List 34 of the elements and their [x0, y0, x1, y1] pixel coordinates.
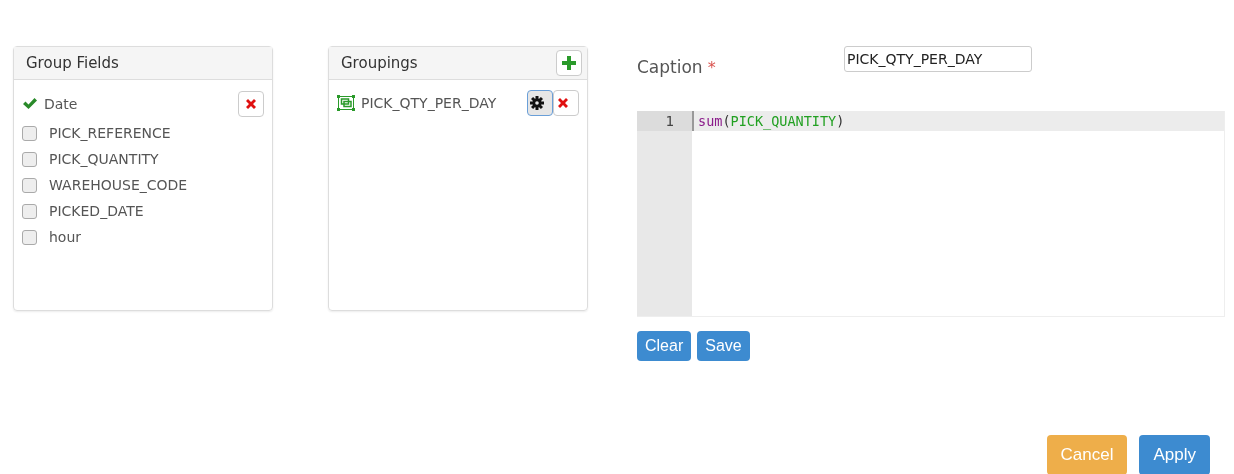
checkbox[interactable]: [22, 203, 37, 219]
field-label: WAREHOUSE_CODE: [49, 177, 189, 193]
checkbox[interactable]: [22, 177, 37, 193]
field-label: PICK_REFERENCE: [49, 125, 172, 141]
grouping-item[interactable]: PICK_QTY_PER_DAY: [361, 95, 527, 111]
settings-icon: [530, 96, 544, 110]
field-label: hour: [49, 229, 83, 245]
required-mark: *: [707, 58, 716, 77]
close-icon: [245, 98, 257, 110]
apply-button[interactable]: Apply: [1139, 435, 1210, 474]
panel-title: Groupings: [341, 54, 418, 72]
checkbox[interactable]: [22, 125, 37, 141]
caption-field[interactable]: PICK_QTY_PER_DAY: [844, 46, 1032, 72]
code-editor[interactable]: 1 sum(PICK_QUANTITY): [637, 111, 1225, 317]
check-icon[interactable]: [22, 97, 38, 111]
code-line: sum(PICK_QUANTITY): [698, 113, 845, 129]
field-label: PICK_QUANTITY: [49, 151, 160, 167]
cancel-button[interactable]: Cancel: [1046, 435, 1128, 474]
plus-icon: [562, 56, 576, 70]
field-label: PICKED_DATE: [49, 203, 145, 219]
checkbox[interactable]: [22, 229, 37, 245]
field-label: Date: [44, 96, 79, 112]
line-number: 1: [665, 113, 674, 129]
caption-label: Caption: [637, 57, 703, 77]
remove-button[interactable]: [553, 90, 579, 116]
editor-button[interactable]: Save: [697, 331, 750, 361]
checkbox[interactable]: [22, 151, 37, 167]
panel-title: Group Fields: [26, 54, 119, 72]
remove-button[interactable]: [238, 91, 264, 117]
settings-button[interactable]: [527, 90, 553, 116]
editor-button[interactable]: Clear: [637, 331, 692, 361]
add-button[interactable]: [556, 50, 582, 76]
close-icon: [557, 97, 569, 109]
group-icon: [337, 95, 355, 111]
